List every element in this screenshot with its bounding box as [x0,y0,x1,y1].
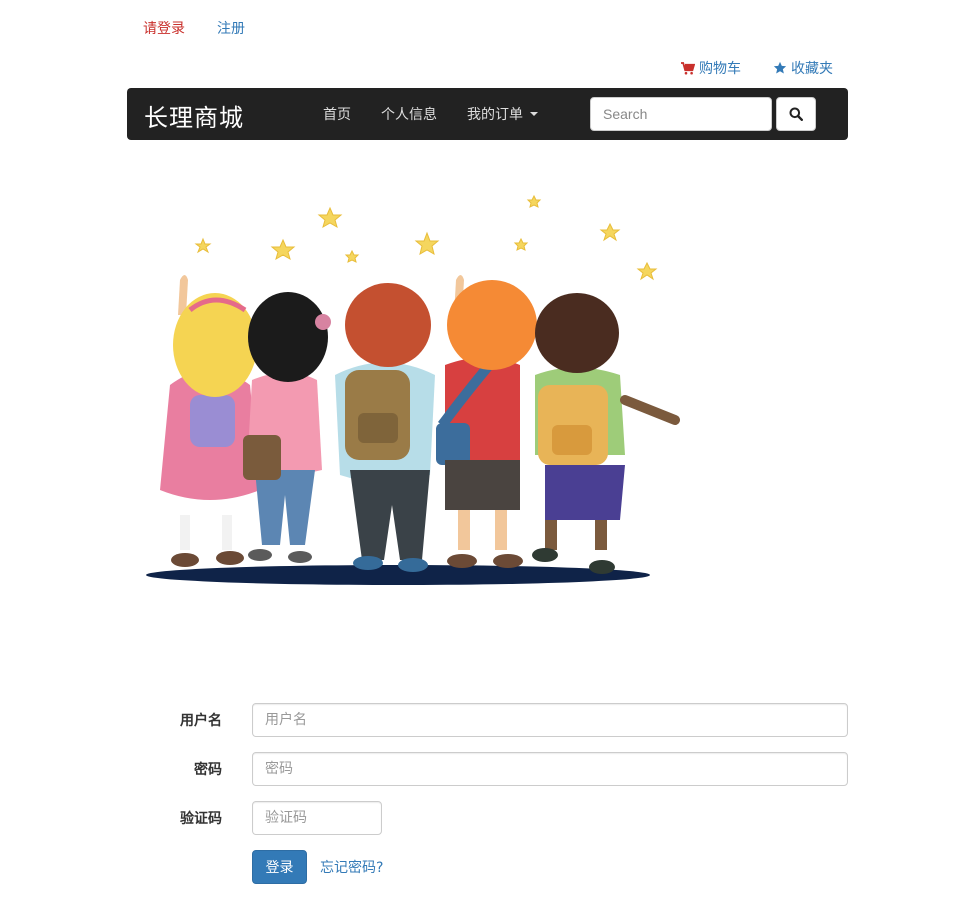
forgot-password-link[interactable]: 忘记密码? [320,857,383,877]
nav-item-orders[interactable]: 我的订单 [467,104,538,124]
ground-shadow [146,565,650,585]
favorites-label: 收藏夹 [791,61,833,77]
shopping-cart-icon [681,61,695,74]
login-button[interactable]: 登录 [252,850,307,884]
nav-menu: 首页 个人信息 我的订单 [323,88,538,140]
brand-logo[interactable]: 长理商城 [144,98,244,133]
child-3 [335,283,435,572]
username-label: 用户名 [180,713,222,729]
navbar: 长理商城 首页 个人信息 我的订单 [127,88,848,140]
child-2 [243,292,331,563]
top-links: 请登录 注册 [143,18,245,38]
password-label: 密码 [194,762,222,778]
captcha-label: 验证码 [180,811,222,827]
captcha-input[interactable] [252,801,382,835]
nav-item-profile[interactable]: 个人信息 [381,104,437,124]
password-input[interactable] [252,752,848,786]
nav-item-home[interactable]: 首页 [323,104,351,124]
cart-label: 购物车 [699,61,741,77]
cart-link[interactable]: 购物车 [681,58,741,78]
hero-illustration [146,194,680,585]
search-icon [789,107,803,121]
search-button[interactable] [776,97,816,131]
child-4 [436,275,537,568]
user-links: 购物车 收藏夹 [681,58,833,78]
star-icon [773,61,787,74]
child-1 [160,275,260,567]
search-input[interactable] [590,97,772,131]
username-row: 用户名 [0,703,975,739]
username-input[interactable] [252,703,848,737]
child-5 [532,293,680,574]
favorites-link[interactable]: 收藏夹 [773,58,833,78]
register-link[interactable]: 注册 [217,18,245,38]
nav-item-orders-label: 我的订单 [467,107,523,123]
caret-down-icon [530,112,538,116]
stars [194,194,658,281]
login-link[interactable]: 请登录 [143,18,185,38]
captcha-row: 验证码 [0,801,975,837]
password-row: 密码 [0,752,975,788]
